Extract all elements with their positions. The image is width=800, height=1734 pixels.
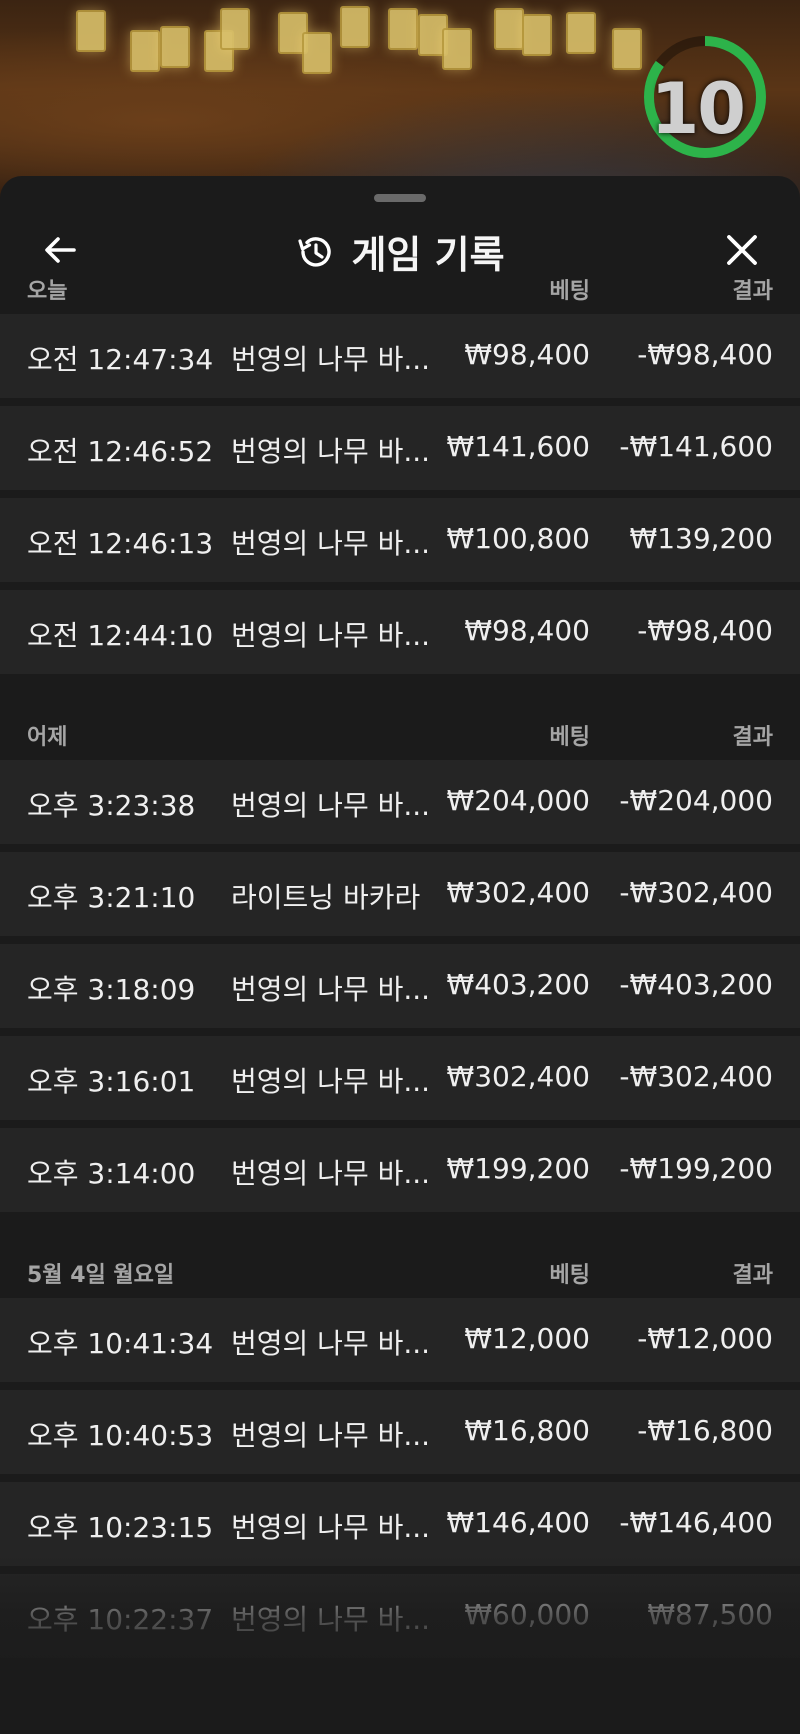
- row-bet: ₩146,400: [446, 1506, 590, 1539]
- history-row[interactable]: 오후 3:21:10 라이트닝 바카라 ₩302,400 -₩302,400: [0, 852, 800, 936]
- row-bet: ₩98,400: [464, 614, 590, 647]
- lantern-decoration: [612, 28, 642, 70]
- row-bet: ₩98,400: [464, 338, 590, 371]
- row-time: 오후 10:23:15: [27, 1511, 214, 1544]
- history-row[interactable]: 오후 10:41:34 번영의 나무 바... ₩12,000 -₩12,000: [0, 1298, 800, 1382]
- row-game: 번영의 나무 바...: [231, 1327, 431, 1360]
- row-result: -₩199,200: [619, 1152, 773, 1185]
- row-game: 번영의 나무 바...: [231, 1511, 431, 1544]
- row-game: 라이트닝 바카라: [231, 881, 421, 914]
- lantern-decoration: [220, 8, 250, 50]
- lantern-decoration: [302, 32, 332, 74]
- history-row[interactable]: 오후 10:40:53 번영의 나무 바... ₩16,800 -₩16,800: [0, 1390, 800, 1474]
- row-game: 번영의 나무 바...: [231, 619, 431, 652]
- row-game: 번영의 나무 바...: [231, 527, 431, 560]
- section-date-label: 오늘: [27, 279, 68, 304]
- lantern-decoration: [442, 28, 472, 70]
- row-result: -₩98,400: [637, 338, 773, 371]
- row-time: 오후 3:21:10: [27, 881, 196, 914]
- history-row[interactable]: 오후 10:23:15 번영의 나무 바... ₩146,400 -₩146,4…: [0, 1482, 800, 1566]
- section-date-label: 5월 4일 월요일: [27, 1263, 175, 1288]
- result-column-header: 결과: [732, 279, 773, 304]
- lantern-decoration: [566, 12, 596, 54]
- row-result: -₩98,400: [637, 614, 773, 647]
- history-row[interactable]: 오후 3:14:00 번영의 나무 바... ₩199,200 -₩199,20…: [0, 1128, 800, 1212]
- row-bet: ₩60,000: [464, 1598, 590, 1631]
- history-row[interactable]: 오전 12:44:10 번영의 나무 바... ₩98,400 -₩98,400: [0, 590, 800, 674]
- history-row[interactable]: 오후 3:16:01 번영의 나무 바... ₩302,400 -₩302,40…: [0, 1036, 800, 1120]
- row-game: 번영의 나무 바...: [231, 1419, 431, 1452]
- row-time: 오전 12:46:52: [27, 435, 214, 468]
- row-time: 오후 10:40:53: [27, 1419, 214, 1452]
- row-result: -₩302,400: [619, 876, 773, 909]
- lantern-decoration: [76, 10, 106, 52]
- row-result: -₩12,000: [637, 1322, 773, 1355]
- row-bet: ₩16,800: [464, 1414, 590, 1447]
- row-time: 오후 10:22:37: [27, 1603, 214, 1636]
- row-time: 오전 12:47:34: [27, 343, 214, 376]
- row-game: 번영의 나무 바...: [231, 343, 431, 376]
- row-game: 번영의 나무 바...: [231, 1157, 431, 1190]
- row-game: 번영의 나무 바...: [231, 789, 431, 822]
- row-game: 번영의 나무 바...: [231, 973, 431, 1006]
- history-row[interactable]: 오전 12:46:13 번영의 나무 바... ₩100,800 ₩139,20…: [0, 498, 800, 582]
- countdown-timer-value: 10: [650, 68, 746, 150]
- drag-handle[interactable]: [374, 194, 426, 202]
- result-column-header: 결과: [732, 725, 773, 750]
- bet-column-header: 베팅: [549, 1263, 590, 1288]
- row-time: 오후 3:18:09: [27, 973, 196, 1006]
- row-bet: ₩302,400: [446, 1060, 590, 1093]
- row-bet: ₩403,200: [446, 968, 590, 1001]
- game-history-sheet: 게임 기록 오늘 베팅 결과 오전 12:47:34 번영의 나무 바... ₩…: [0, 176, 800, 1734]
- bet-column-header: 베팅: [549, 279, 590, 304]
- row-bet: ₩302,400: [446, 876, 590, 909]
- history-row[interactable]: 오후 3:18:09 번영의 나무 바... ₩403,200 -₩403,20…: [0, 944, 800, 1028]
- row-bet: ₩141,600: [446, 430, 590, 463]
- lantern-decoration: [522, 14, 552, 56]
- row-time: 오전 12:46:13: [27, 527, 214, 560]
- row-result: ₩87,500: [647, 1598, 773, 1631]
- lantern-decoration: [340, 6, 370, 48]
- section-date-label: 어제: [27, 725, 68, 750]
- row-bet: ₩100,800: [446, 522, 590, 555]
- history-row[interactable]: 오후 10:22:37 번영의 나무 바... ₩60,000 ₩87,500: [0, 1574, 800, 1658]
- lantern-decoration: [388, 8, 418, 50]
- lantern-decoration: [130, 30, 160, 72]
- row-result: -₩146,400: [619, 1506, 773, 1539]
- row-game: 번영의 나무 바...: [231, 1065, 431, 1098]
- row-time: 오전 12:44:10: [27, 619, 214, 652]
- row-result: -₩302,400: [619, 1060, 773, 1093]
- section-header-today: 오늘 베팅 결과: [0, 258, 800, 314]
- row-time: 오후 3:16:01: [27, 1065, 196, 1098]
- row-bet: ₩204,000: [446, 784, 590, 817]
- row-bet: ₩199,200: [446, 1152, 590, 1185]
- history-row[interactable]: 오전 12:46:52 번영의 나무 바... ₩141,600 -₩141,6…: [0, 406, 800, 490]
- row-game: 번영의 나무 바...: [231, 1603, 431, 1636]
- row-time: 오후 3:23:38: [27, 789, 196, 822]
- history-row[interactable]: 오전 12:47:34 번영의 나무 바... ₩98,400 -₩98,400: [0, 314, 800, 398]
- row-result: -₩141,600: [619, 430, 773, 463]
- bet-column-header: 베팅: [549, 725, 590, 750]
- lantern-decoration: [494, 8, 524, 50]
- section-header-may-4: 5월 4일 월요일 베팅 결과: [0, 1242, 800, 1298]
- row-time: 오후 3:14:00: [27, 1157, 196, 1190]
- row-game: 번영의 나무 바...: [231, 435, 431, 468]
- lantern-decoration: [160, 26, 190, 68]
- row-result: -₩403,200: [619, 968, 773, 1001]
- row-result: -₩204,000: [619, 784, 773, 817]
- row-result: -₩16,800: [637, 1414, 773, 1447]
- result-column-header: 결과: [732, 1263, 773, 1288]
- row-result: ₩139,200: [629, 522, 773, 555]
- row-bet: ₩12,000: [464, 1322, 590, 1355]
- row-time: 오후 10:41:34: [27, 1327, 214, 1360]
- history-row[interactable]: 오후 3:23:38 번영의 나무 바... ₩204,000 -₩204,00…: [0, 760, 800, 844]
- section-header-yesterday: 어제 베팅 결과: [0, 704, 800, 760]
